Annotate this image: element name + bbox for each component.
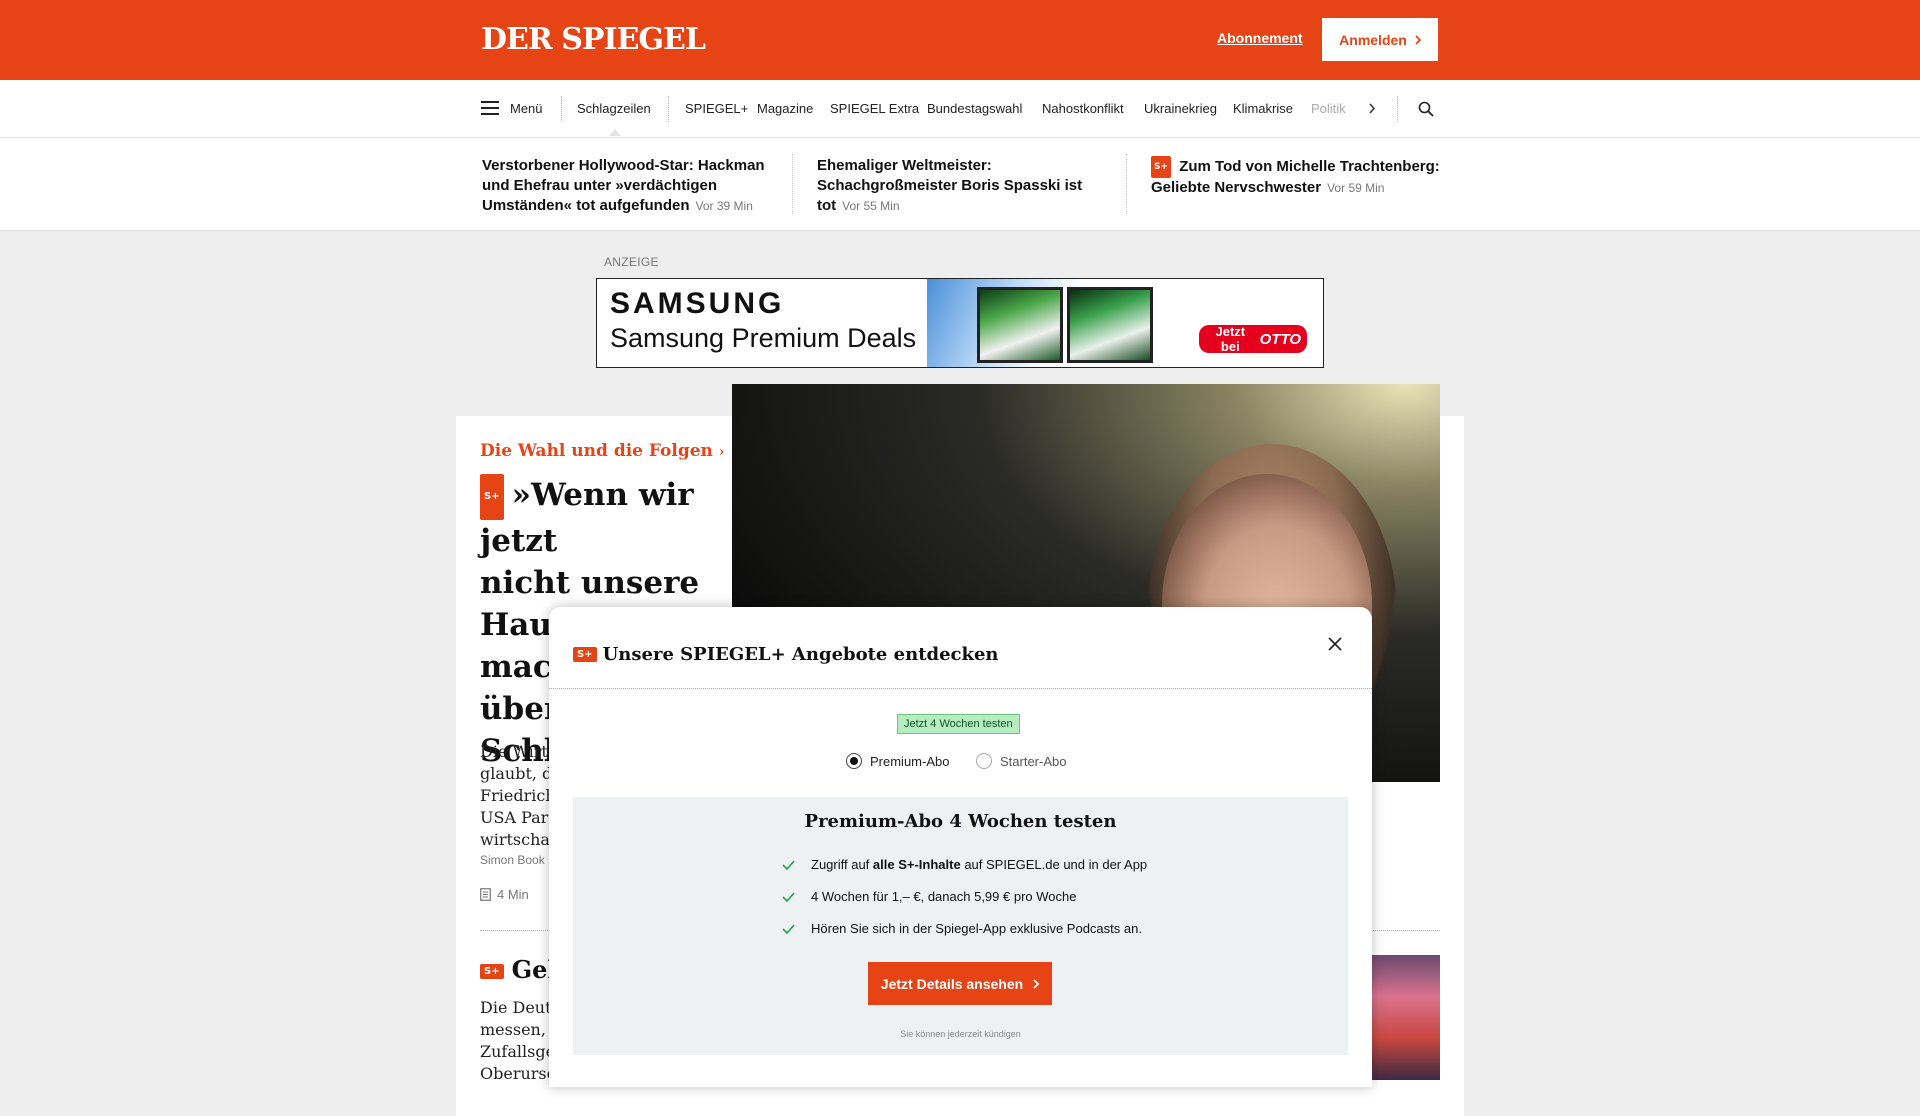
nav-item-magazine[interactable]: Magazine [757, 101, 813, 116]
article-kicker[interactable]: Die Wahl und die Folgen › [480, 441, 724, 461]
check-icon [782, 891, 795, 902]
modal-title: S+ Unsere SPIEGEL+ Angebote entdecken [573, 644, 999, 665]
spiegel-plus-icon: S+ [1151, 156, 1172, 178]
top-news-item[interactable]: Ehemaliger Weltmeister: Schachgroßmeiste… [817, 156, 1107, 216]
check-icon [782, 923, 795, 934]
article-kicker-text: Die Wahl und die Folgen [480, 441, 713, 461]
ad-cta-label: Jetzt bei [1215, 324, 1246, 354]
headline-line: »Wenn wir jetzt [480, 477, 694, 559]
cancel-note: Sie können jederzeit kündigen [900, 1029, 1021, 1039]
feature-text: 4 Wochen für 1,– €, danach 5,99 € pro Wo… [811, 889, 1077, 904]
headline-line: nicht unsere [480, 565, 700, 601]
read-time-text: 4 Min [497, 887, 529, 902]
nav-item-ukrainekrieg[interactable]: Ukrainekrieg [1144, 101, 1217, 116]
login-button-label: Anmelden [1339, 31, 1407, 48]
nav-scroll-right-icon[interactable] [1369, 103, 1375, 114]
close-icon [1328, 636, 1342, 651]
nav-item-politik[interactable]: Politik [1311, 101, 1347, 116]
nav-item-spiegel-extra[interactable]: SPIEGEL Extra [830, 101, 919, 116]
details-button-label: Jetzt Details ansehen [880, 975, 1024, 992]
nav-item-nahostkonflikt[interactable]: Nahostkonflikt [1042, 101, 1124, 116]
details-button[interactable]: Jetzt Details ansehen [868, 962, 1052, 1005]
otto-logo: OTTO [1259, 330, 1301, 348]
radio-premium-abo[interactable]: Premium-Abo [846, 753, 949, 769]
top-news-time: Vor 59 Min [1327, 181, 1385, 195]
radio-selected-icon [846, 753, 862, 769]
second-article-image[interactable] [1372, 955, 1440, 1080]
ad-label: ANZEIGE [604, 255, 659, 269]
nav-item-bundestagswahl[interactable]: Bundestagswahl [927, 101, 1022, 116]
chevron-right-icon [1415, 34, 1421, 45]
samsung-ad-banner[interactable]: SAMSUNG Samsung Premium Deals Jetzt bei … [596, 278, 1324, 368]
check-icon [782, 859, 795, 870]
nav-separator [561, 96, 563, 122]
radio-unselected-icon [976, 753, 992, 769]
article-author: Simon Book [480, 853, 545, 867]
radio-label: Premium-Abo [870, 753, 950, 769]
headline-strip: Verstorbener Hollywood-Star: Hackman und… [0, 138, 1920, 231]
document-icon [480, 888, 491, 901]
ad-tv-image [927, 279, 1153, 367]
radio-starter-abo[interactable]: Starter-Abo [976, 753, 1066, 769]
ad-cta-button[interactable]: Jetzt bei OTTO [1199, 324, 1307, 354]
nav-separator [1397, 96, 1399, 122]
nav-active-indicator [609, 129, 621, 136]
top-news-time: Vor 55 Min [842, 199, 900, 213]
main-navigation: Menü Schlagzeilen SPIEGEL+ Magazine SPIE… [0, 80, 1920, 138]
subscription-link[interactable]: Abonnement [1217, 30, 1303, 46]
nav-separator [668, 96, 670, 122]
modal-close-button[interactable] [1323, 633, 1347, 657]
modal-title-text: Unsere SPIEGEL+ Angebote entdecken [602, 644, 999, 665]
menu-label[interactable]: Menü [510, 101, 543, 116]
site-logo[interactable]: DER SPIEGEL [481, 22, 706, 57]
offer-panel: Premium-Abo 4 Wochen testen Zugriff auf … [573, 797, 1348, 1055]
feature-text: Hören Sie sich in der Spiegel-App exklus… [811, 921, 1142, 936]
top-news-item[interactable]: Verstorbener Hollywood-Star: Hackman und… [482, 156, 782, 216]
chevron-right-icon [1033, 978, 1040, 989]
ad-headline: Samsung Premium Deals [610, 323, 917, 353]
feature-text: Zugriff auf alle S+-Inhalte auf SPIEGEL.… [811, 857, 1148, 872]
modal-divider [549, 688, 1372, 689]
nav-item-klimakrise[interactable]: Klimakrise [1233, 101, 1293, 116]
feature-item: Hören Sie sich in der Spiegel-App exklus… [782, 921, 1142, 936]
chevron-right-icon: › [718, 444, 725, 460]
login-button[interactable]: Anmelden [1322, 18, 1438, 61]
top-news-separator [1126, 154, 1127, 214]
offer-panel-title: Premium-Abo 4 Wochen testen [804, 811, 1117, 832]
tv-image [977, 287, 1063, 363]
radio-label: Starter-Abo [1000, 753, 1067, 769]
menu-icon[interactable] [481, 101, 499, 115]
tv-image [1067, 287, 1153, 363]
trial-badge: Jetzt 4 Wochen testen [897, 714, 1020, 734]
spiegel-plus-icon: S+ [573, 647, 597, 662]
top-news-title: Zum Tod von Michelle Trachtenberg: Gelie… [1151, 157, 1440, 196]
feature-item: 4 Wochen für 1,– €, danach 5,99 € pro Wo… [782, 889, 1076, 904]
spiegel-plus-icon: S+ [480, 964, 504, 979]
top-news-item[interactable]: S+ Zum Tod von Michelle Trachtenberg: Ge… [1151, 156, 1446, 198]
top-news-time: Vor 39 Min [695, 199, 753, 213]
spiegel-plus-offer-modal: S+ Unsere SPIEGEL+ Angebote entdecken Jet… [549, 607, 1372, 1087]
feature-item: Zugriff auf alle S+-Inhalte auf SPIEGEL.… [782, 857, 1147, 872]
ad-brand: SAMSUNG [610, 287, 785, 320]
top-news-separator [792, 154, 793, 214]
nav-item-schlagzeilen[interactable]: Schlagzeilen [577, 101, 651, 116]
spiegel-plus-icon: S+ [480, 474, 504, 520]
site-header: DER SPIEGEL Abonnement Anmelden [0, 0, 1920, 80]
nav-item-spiegel-plus[interactable]: SPIEGEL+ [685, 101, 748, 116]
search-icon[interactable] [1418, 101, 1434, 117]
article-read-time: 4 Min [480, 887, 529, 902]
